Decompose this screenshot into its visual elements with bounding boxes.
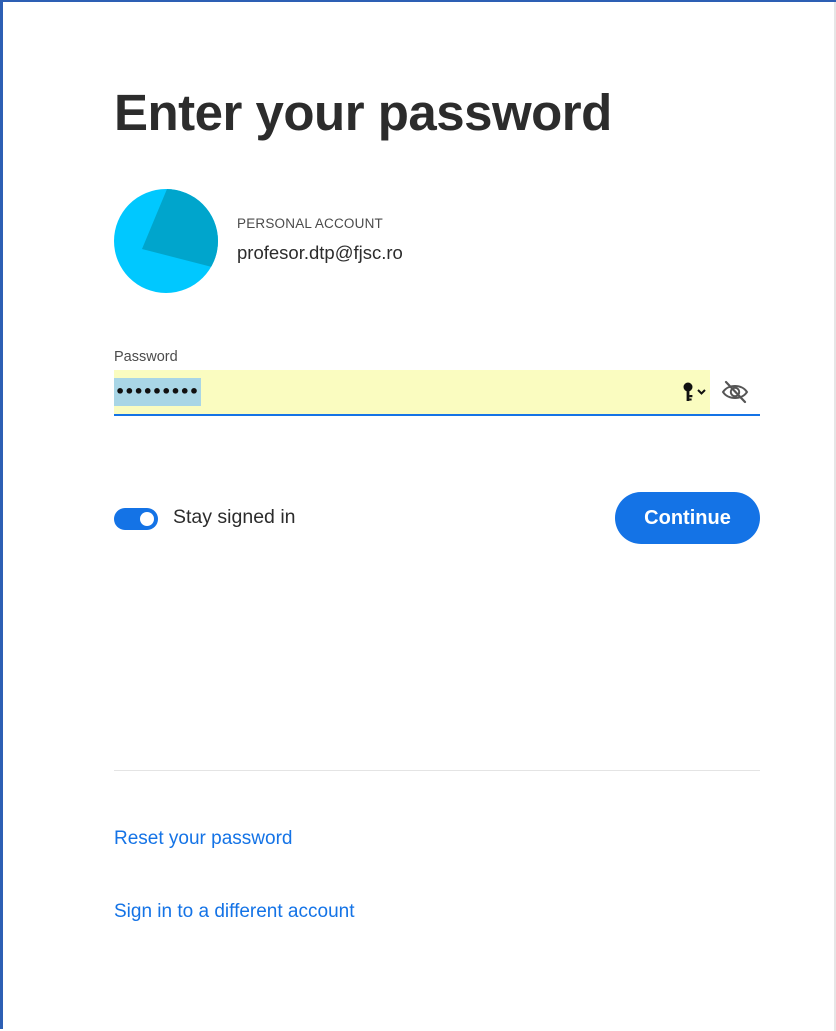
- sign-in-panel: Enter your password PERSONAL ACCOUNT pro…: [0, 0, 836, 1031]
- continue-button[interactable]: Continue: [615, 492, 760, 544]
- key-icon[interactable]: [680, 380, 710, 404]
- account-type-label: PERSONAL ACCOUNT: [237, 216, 383, 231]
- toggle-knob: [140, 512, 154, 526]
- password-input[interactable]: [114, 370, 710, 414]
- eye-slash-icon[interactable]: [720, 378, 750, 406]
- different-account-link[interactable]: Sign in to a different account: [114, 901, 354, 923]
- account-avatar-icon: [114, 189, 218, 293]
- reset-password-link[interactable]: Reset your password: [114, 828, 292, 850]
- stay-signed-in-label: Stay signed in: [173, 506, 296, 528]
- password-field: •••••••••: [114, 370, 760, 416]
- page-title: Enter your password: [114, 84, 612, 141]
- stay-signed-in-toggle[interactable]: [114, 508, 158, 530]
- account-email: profesor.dtp@fjsc.ro: [237, 242, 403, 263]
- section-divider: [114, 770, 760, 771]
- password-label: Password: [114, 349, 178, 365]
